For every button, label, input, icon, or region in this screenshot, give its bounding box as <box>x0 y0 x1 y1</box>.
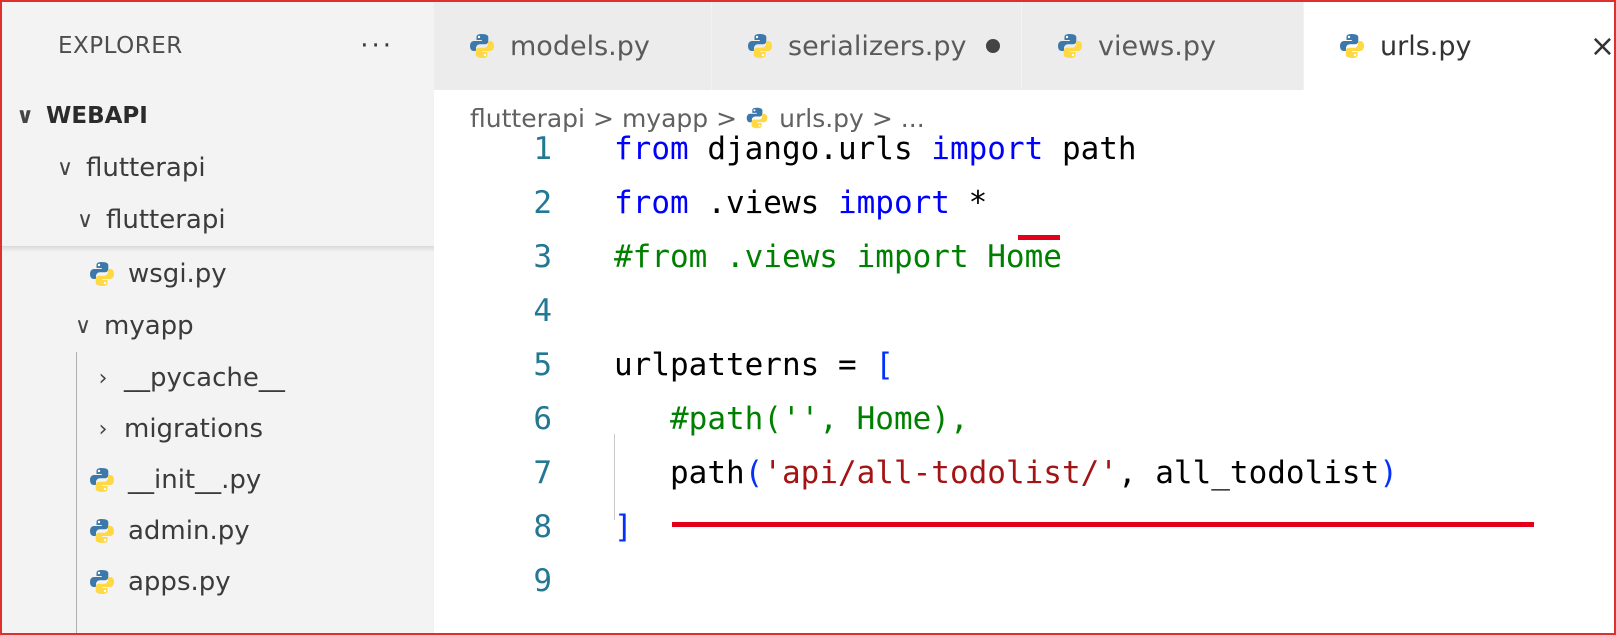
annotation-underline <box>672 522 1534 527</box>
code-token: ) <box>1379 455 1398 491</box>
code-text: ] <box>614 509 633 545</box>
tree-root-webapi[interactable]: ∨ WEBAPI <box>2 90 434 142</box>
tab-serializers-py[interactable]: serializers.py <box>712 2 1022 90</box>
code-text: #path('', Home), <box>614 401 969 437</box>
tree-item-admin-py[interactable]: admin.py <box>2 505 434 557</box>
breadcrumb-separator: > <box>871 103 893 133</box>
python-file-icon <box>1056 32 1084 60</box>
tree-root-label: WEBAPI <box>46 103 148 129</box>
python-file-icon <box>88 568 116 596</box>
line-number: 8 <box>533 509 552 545</box>
editor-area: models.py serializers.py views.py urls.p… <box>434 2 1614 633</box>
breadcrumb-item[interactable]: ... <box>901 104 925 133</box>
breadcrumb-item[interactable]: urls.py <box>779 104 864 133</box>
tab-label: urls.py <box>1380 30 1472 62</box>
tree-item-label: apps.py <box>128 567 231 597</box>
code-token: urlpatterns = <box>614 347 876 383</box>
breadcrumb-separator: > <box>593 103 614 133</box>
explorer-title: EXPLORER <box>58 33 183 59</box>
explorer-header: EXPLORER ··· <box>2 2 434 90</box>
code-token: path <box>1043 131 1137 167</box>
python-file-icon <box>88 260 116 288</box>
tab-label: models.py <box>510 30 650 62</box>
code-text: #from .views import Home <box>614 239 1062 275</box>
line-number: 1 <box>533 131 552 167</box>
tree-item-label: flutterapi <box>86 153 206 183</box>
tree-item-apps-py[interactable]: apps.py <box>2 556 434 608</box>
tree-item-flutterapi[interactable]: ∨ flutterapi <box>2 142 434 194</box>
code-token: path <box>614 455 745 491</box>
explorer-sidebar: EXPLORER ··· ∨ WEBAPI ∨ flutterapi ∨ flu… <box>2 2 434 633</box>
code-token: [ <box>875 347 894 383</box>
code-token: #from .views import Home <box>614 239 1062 275</box>
line-number: 3 <box>533 239 552 275</box>
line-number: 2 <box>533 185 552 221</box>
indent-guide <box>614 434 615 520</box>
python-file-icon <box>746 32 774 60</box>
chevron-right-icon: › <box>98 416 108 442</box>
chevron-down-icon: ∨ <box>16 103 34 129</box>
tab-label: serializers.py <box>788 30 967 62</box>
python-file-icon <box>745 106 769 130</box>
line-number: 7 <box>533 455 552 491</box>
tree-item-myapp[interactable]: ∨ myapp <box>2 300 434 352</box>
code-token: #path('', Home), <box>670 401 969 437</box>
code-token: .views <box>688 185 838 221</box>
tree-item-wsgi-py[interactable]: wsgi.py <box>2 248 434 300</box>
breadcrumb-item[interactable]: myapp <box>622 104 708 133</box>
code-token: * <box>949 185 988 221</box>
code-token: import <box>931 131 1044 167</box>
code-token: 'api/all-todolist/' <box>763 455 1118 491</box>
python-file-icon <box>88 517 116 545</box>
code-token: ] <box>614 509 633 545</box>
code-text: path('api/all-todolist/', all_todolist) <box>614 455 1398 491</box>
tree-item-label: admin.py <box>128 516 250 546</box>
close-icon[interactable]: × <box>1590 29 1614 64</box>
tab-label: views.py <box>1098 30 1216 62</box>
more-actions-button[interactable]: ··· <box>360 31 394 61</box>
breadcrumb-item[interactable]: flutterapi <box>470 104 585 133</box>
app-window: EXPLORER ··· ∨ WEBAPI ∨ flutterapi ∨ flu… <box>0 0 1616 635</box>
tree-item-label: __init__.py <box>128 465 262 495</box>
code-token: ( <box>744 455 764 491</box>
chevron-down-icon: ∨ <box>56 155 74 181</box>
tree-item-pycache[interactable]: › __pycache__ <box>2 352 434 404</box>
tab-bar: models.py serializers.py views.py urls.p… <box>434 2 1614 90</box>
line-number: 4 <box>533 293 552 329</box>
unsaved-dot-icon[interactable] <box>986 39 1001 53</box>
tree-item-label: myapp <box>104 311 194 341</box>
chevron-down-icon: ∨ <box>76 207 94 233</box>
code-token: , all_todolist <box>1117 455 1380 491</box>
tree-item-flutterapi-inner[interactable]: ∨ flutterapi <box>2 194 434 246</box>
code-text: from .views import * <box>614 185 987 221</box>
tab-views-py[interactable]: views.py <box>1022 2 1304 90</box>
tree-item-init-py[interactable]: __init__.py <box>2 454 434 506</box>
code-text: urlpatterns = [ <box>614 347 894 383</box>
line-number: 6 <box>533 401 552 437</box>
python-file-icon <box>1338 32 1366 60</box>
code-token: django.urls <box>688 131 932 167</box>
tree-item-label: flutterapi <box>106 205 226 235</box>
chevron-right-icon: › <box>98 365 108 391</box>
python-file-icon <box>88 466 116 494</box>
code-token: from <box>614 131 689 167</box>
line-number: 5 <box>533 347 552 383</box>
code-token: import <box>837 185 950 221</box>
tree-item-label: wsgi.py <box>128 259 227 289</box>
tab-urls-py[interactable]: urls.py × <box>1304 2 1614 90</box>
code-text: from django.urls import path <box>614 131 1137 167</box>
tree-item-label: __pycache__ <box>124 363 285 393</box>
chevron-down-icon: ∨ <box>74 313 92 339</box>
tab-models-py[interactable]: models.py <box>434 2 712 90</box>
tree-item-label: migrations <box>124 414 264 444</box>
line-number: 9 <box>533 563 552 599</box>
python-file-icon <box>468 32 496 60</box>
code-token: from <box>614 185 689 221</box>
tree-item-migrations[interactable]: › migrations <box>2 403 434 455</box>
annotation-underline <box>1018 235 1060 240</box>
breadcrumb-separator: > <box>716 103 738 133</box>
